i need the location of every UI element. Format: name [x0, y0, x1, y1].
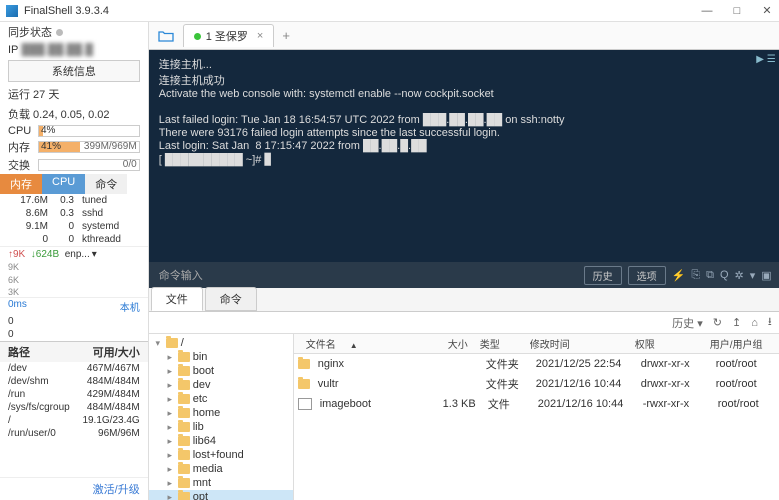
close-button[interactable]: ✕ — [761, 5, 773, 17]
tree-item-etc[interactable]: ▸etc — [149, 392, 293, 406]
file-row[interactable]: vultr文件夹2021/12/16 10:44drwxr-xr-xroot/r… — [294, 374, 779, 394]
tree-item-root[interactable]: ▾/ — [149, 336, 293, 350]
command-input[interactable]: 命令输入 — [159, 267, 203, 283]
folder-icon — [178, 478, 190, 488]
latency-host[interactable]: 本机 — [120, 299, 140, 314]
tree-item-bin[interactable]: ▸bin — [149, 350, 293, 364]
up-icon[interactable]: ↥ — [732, 316, 741, 329]
swap-bar: 0/0 — [38, 159, 140, 171]
tree-item-lib64[interactable]: ▸lib64 — [149, 434, 293, 448]
tab-cmd[interactable]: 命令 — [85, 174, 127, 194]
options-button[interactable]: 选项 — [628, 266, 666, 285]
history-dropdown[interactable]: 历史 ▾ — [672, 315, 703, 331]
file-toolbar: 历史 ▾ ↻ ↥ ⌂ ⭳ — [149, 312, 779, 334]
file-icon — [298, 398, 312, 410]
process-table: 17.6M0.3tuned 8.6M0.3sshd 9.1M0systemd 0… — [0, 194, 148, 246]
terminal-controls-icon[interactable]: ▶ ☰ — [756, 54, 775, 65]
folder-icon — [178, 366, 190, 376]
ip-value: ███.██.██.█ — [21, 44, 93, 56]
sync-status-label: 同步状态 — [8, 24, 52, 40]
tab-files[interactable]: 文件 — [151, 287, 203, 311]
terminal-output: 连接主机... 连接主机成功 Activate the web console … — [159, 59, 565, 166]
copy-icon[interactable]: ⧉ — [706, 269, 714, 282]
download-icon[interactable]: ⭳ — [768, 313, 772, 332]
mem-label: 内存 — [8, 139, 34, 155]
host-tab[interactable]: 1 圣保罗 × — [183, 24, 275, 47]
tree-item-media[interactable]: ▸media — [149, 462, 293, 476]
history-button[interactable]: 历史 — [584, 266, 622, 285]
file-list-header[interactable]: 文件名▲ 大小 类型 修改时间 权限 用户/用户组 — [294, 334, 779, 354]
gear-icon[interactable]: ✲ — [735, 269, 744, 282]
tab-close-icon[interactable]: × — [257, 30, 263, 42]
file-row[interactable]: imageboot1.3 KB文件2021/12/16 10:44-rwxr-x… — [294, 394, 779, 414]
tab-cpu[interactable]: CPU — [42, 174, 85, 194]
home-icon[interactable]: ⌂ — [751, 317, 758, 329]
disk-table: /dev467M/467M /dev/shm484M/484M /run429M… — [0, 362, 148, 440]
tab-commands[interactable]: 命令 — [205, 287, 257, 311]
folder-icon — [166, 338, 178, 348]
folder-icon — [178, 436, 190, 446]
connected-dot-icon — [194, 33, 201, 40]
folder-icon — [178, 492, 190, 500]
sidebar: 同步状态 IP ███.██.██.█ 系统信息 运行 27 天 负载 0.24… — [0, 22, 149, 500]
dropdown-icon[interactable]: ▾ — [750, 269, 756, 282]
load-label: 负载 0.24, 0.05, 0.02 — [0, 104, 148, 124]
app-icon — [6, 5, 18, 17]
swap-label: 交换 — [8, 157, 34, 173]
tree-item-boot[interactable]: ▸boot — [149, 364, 293, 378]
path-header: 路径 — [8, 344, 93, 360]
system-info-button[interactable]: 系统信息 — [8, 60, 140, 82]
net-chart: 9K6K3K — [0, 262, 148, 298]
uptime-label: 运行 27 天 — [0, 84, 148, 104]
tree-item-home[interactable]: ▸home — [149, 406, 293, 420]
ip-label: IP — [8, 44, 18, 56]
folder-icon — [178, 380, 190, 390]
folder-icon — [178, 464, 190, 474]
status-dot-icon — [56, 29, 63, 36]
maximize-button[interactable]: □ — [731, 5, 743, 17]
cpu-label: CPU — [8, 125, 34, 137]
size-header: 可用/大小 — [93, 344, 140, 360]
tab-bar: 1 圣保罗 × + — [149, 22, 779, 50]
tree-item-lost+found[interactable]: ▸lost+found — [149, 448, 293, 462]
folder-icon — [178, 408, 190, 418]
tree-item-opt[interactable]: ▸opt — [149, 490, 293, 500]
fullscreen-icon[interactable]: ▣ — [761, 269, 771, 282]
network-row: ↑9K ↓624B enp...▾ — [0, 246, 148, 262]
folder-icon — [298, 359, 310, 369]
folder-icon — [178, 422, 190, 432]
folder-icon — [178, 394, 190, 404]
terminal[interactable]: ▶ ☰ 连接主机... 连接主机成功 Activate the web conso… — [149, 50, 779, 262]
activate-link[interactable]: 激活/升级 — [0, 477, 148, 500]
file-row[interactable]: nginx文件夹2021/12/25 22:54drwxr-xr-xroot/r… — [294, 354, 779, 374]
command-input-bar: 命令输入 历史 选项 ⚡ ⎘ ⧉ Q ✲ ▾ ▣ — [149, 262, 779, 288]
chevron-down-icon[interactable]: ▾ — [92, 249, 97, 260]
clipboard-icon[interactable]: ⎘ — [691, 269, 700, 282]
refresh-icon[interactable]: ↻ — [713, 316, 722, 329]
file-list: 文件名▲ 大小 类型 修改时间 权限 用户/用户组 nginx文件夹2021/1… — [294, 334, 779, 500]
search-icon[interactable]: Q — [720, 269, 729, 281]
cpu-bar: 4% — [38, 125, 140, 137]
minimize-button[interactable]: — — [701, 5, 713, 17]
iface-select[interactable]: enp... — [65, 249, 90, 260]
folder-icon — [178, 352, 190, 362]
tab-memory[interactable]: 内存 — [0, 174, 42, 194]
tree-item-lib[interactable]: ▸lib — [149, 420, 293, 434]
bolt-icon[interactable]: ⚡ — [672, 269, 686, 282]
window-title: FinalShell 3.9.3.4 — [24, 5, 701, 17]
folder-icon[interactable] — [155, 27, 177, 45]
tab-label: 1 圣保罗 — [206, 28, 248, 44]
tab-add-button[interactable]: + — [282, 28, 290, 43]
folder-icon — [178, 450, 190, 460]
tree-item-dev[interactable]: ▸dev — [149, 378, 293, 392]
latency-value: 0ms — [8, 299, 27, 314]
mem-bar: 41%399M/969M — [38, 141, 140, 153]
tree-item-mnt[interactable]: ▸mnt — [149, 476, 293, 490]
folder-tree: ▾/ ▸bin▸boot▸dev▸etc▸home▸lib▸lib64▸lost… — [149, 334, 294, 500]
folder-icon — [298, 379, 310, 389]
